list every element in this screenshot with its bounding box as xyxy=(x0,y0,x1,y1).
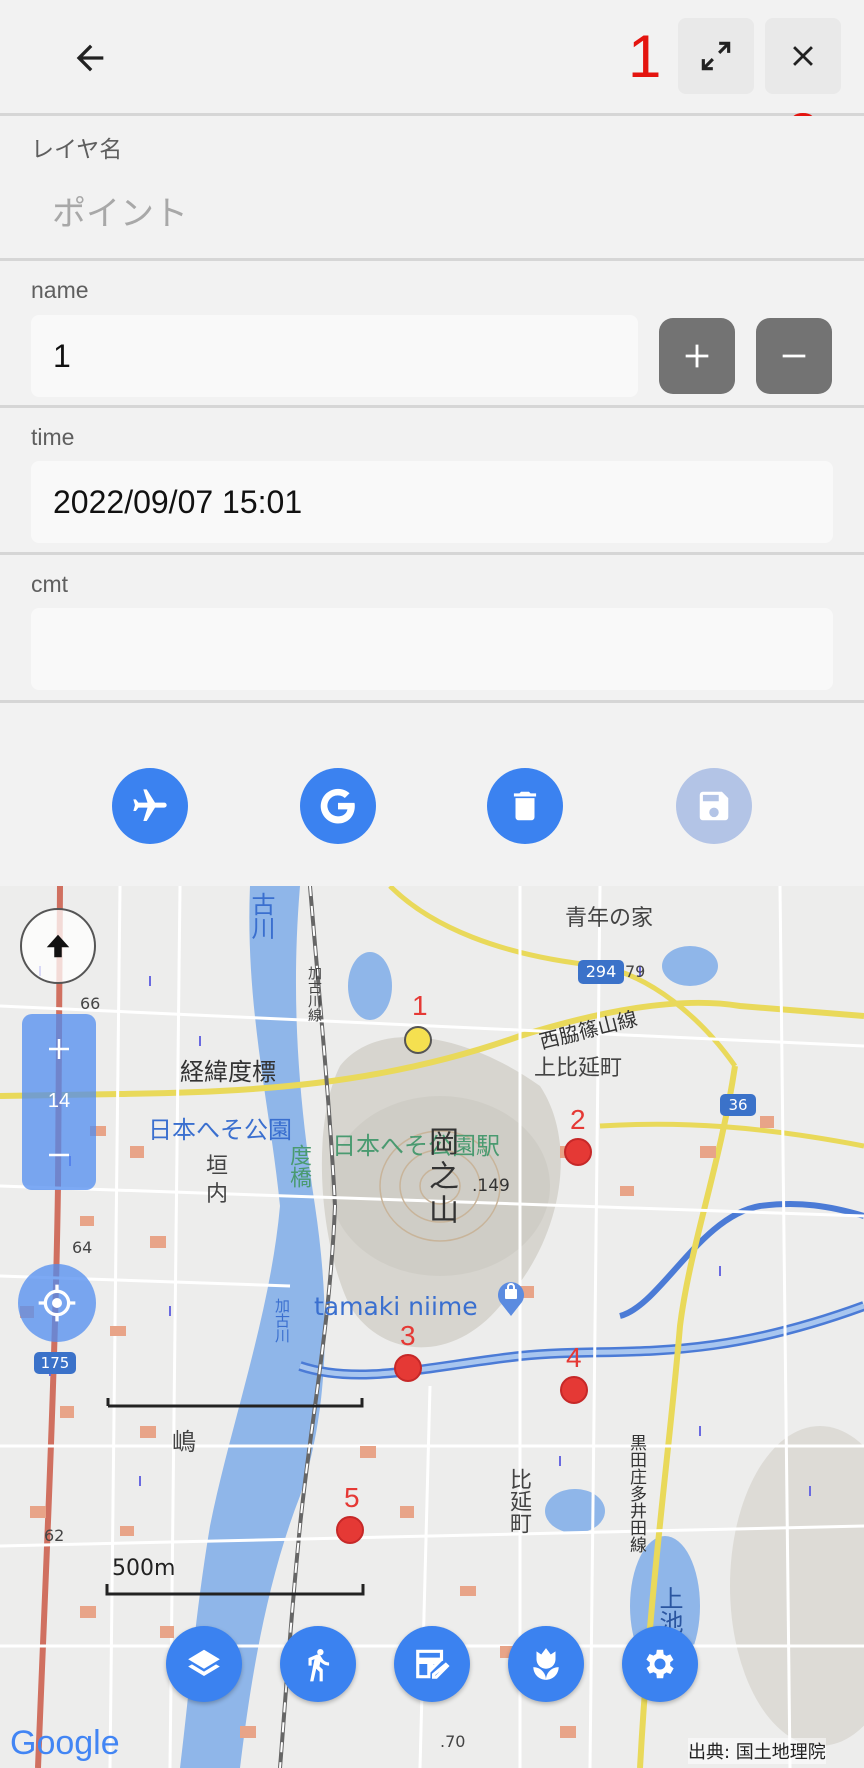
zoom-control: 14 xyxy=(22,1014,96,1190)
map-label-66: 66 xyxy=(80,994,101,1013)
map-label-dobashi: 度橋 xyxy=(286,1144,311,1188)
expand-button[interactable] xyxy=(678,18,754,94)
time-label: time xyxy=(31,424,75,450)
minus-icon xyxy=(49,1153,69,1157)
edit-table-button[interactable] xyxy=(394,1626,470,1702)
point-marker-3[interactable] xyxy=(394,1354,422,1382)
route-294-badge: 294 xyxy=(578,960,624,984)
map-label-shop: tamaki niime xyxy=(314,1292,478,1321)
trash-icon xyxy=(513,791,537,821)
save-button[interactable] xyxy=(676,768,752,844)
plus-icon xyxy=(685,344,709,368)
name-field[interactable]: 1 xyxy=(31,315,638,397)
arrow-left-icon xyxy=(76,44,104,72)
route-175-badge: 175 xyxy=(34,1352,76,1374)
walk-button[interactable] xyxy=(280,1626,356,1702)
map-label-keiido: 経緯度標 xyxy=(180,1058,276,1086)
point-label-2: 2 xyxy=(570,1104,586,1135)
point-marker-2[interactable] xyxy=(564,1138,592,1166)
point-marker-1[interactable] xyxy=(404,1026,432,1054)
map-label-furukawa: 古川 xyxy=(247,892,275,940)
map-label-shima: 嶋 xyxy=(172,1428,196,1456)
map-label-kakogawa-line: 加古川線 xyxy=(306,966,322,1022)
map-attribution: 出典: 国土地理院 xyxy=(688,1738,826,1764)
point-label-1: 1 xyxy=(412,990,428,1021)
map-label-62: 62 xyxy=(44,1526,65,1545)
google-icon xyxy=(320,788,355,824)
scale-label: 500m xyxy=(112,1556,176,1581)
delete-button[interactable] xyxy=(487,768,563,844)
map-label-park: 日本へそ公園 xyxy=(148,1116,292,1144)
map-label-70: .70 xyxy=(440,1732,466,1751)
google-logo: Google xyxy=(10,1724,120,1763)
cmt-section: cmt xyxy=(0,555,864,703)
zoom-divider xyxy=(20,1112,40,1132)
time-section: time 2022/09/07 15:01 xyxy=(0,408,864,555)
point-marker-4[interactable] xyxy=(560,1376,588,1404)
expand-icon xyxy=(701,41,731,71)
point-label-3: 3 xyxy=(400,1320,416,1351)
decrement-button[interactable] xyxy=(756,318,832,394)
scale-bar xyxy=(105,1584,365,1596)
layers-icon xyxy=(188,1649,220,1677)
edit-table-icon xyxy=(416,1649,450,1679)
tulip-button[interactable] xyxy=(508,1626,584,1702)
screen: 1 2 レイヤ名 ポイント name 1 xyxy=(0,0,864,1768)
google-logo-text: Google xyxy=(10,1724,120,1762)
close-button[interactable] xyxy=(765,18,841,94)
airplane-icon xyxy=(133,789,167,821)
close-icon xyxy=(793,46,813,66)
next-field-label-clip: · · xyxy=(34,716,94,724)
map-label-149: .149 xyxy=(472,1176,510,1196)
map-label-seinen: 青年の家 xyxy=(565,906,654,931)
map-label-kakogawa: 加古川 xyxy=(273,1298,291,1343)
name-section: name 1 xyxy=(0,261,864,408)
point-label-4: 4 xyxy=(566,1342,582,1373)
minus-icon xyxy=(782,354,806,358)
layer-label: レイヤ名 xyxy=(31,136,123,162)
map-label-kamihienomachi: 上比延町 xyxy=(534,1056,623,1081)
map-label-station: 日本へそ公園駅 xyxy=(332,1132,500,1160)
map-label-uchi: 内 xyxy=(206,1182,229,1207)
settings-button[interactable] xyxy=(622,1626,698,1702)
tulip-icon xyxy=(533,1648,559,1680)
route-36-badge: 36 xyxy=(720,1094,756,1116)
north-arrow-icon xyxy=(46,934,70,958)
map-label-64: 64 xyxy=(72,1238,93,1257)
crosshair-icon xyxy=(38,1284,76,1322)
back-button[interactable] xyxy=(60,28,120,88)
cmt-label: cmt xyxy=(31,571,69,597)
layer-name-value[interactable]: ポイント xyxy=(52,186,188,235)
cmt-field[interactable] xyxy=(31,608,833,690)
map-label-okanoyama: 岡之山 xyxy=(423,1126,458,1228)
google-button[interactable] xyxy=(300,768,376,844)
zoom-in-button[interactable] xyxy=(22,1014,96,1084)
plus-icon xyxy=(49,1039,69,1059)
point-label-5: 5 xyxy=(344,1482,360,1513)
map-label-79: 79 xyxy=(625,962,646,981)
flight-mode-button[interactable] xyxy=(112,768,188,844)
map-label-hie: 比延町 xyxy=(506,1468,531,1534)
walk-icon xyxy=(308,1648,330,1682)
increment-button[interactable] xyxy=(659,318,735,394)
top-bar: 1 2 xyxy=(0,0,864,168)
compass-button[interactable] xyxy=(20,908,96,984)
layer-section: レイヤ名 ポイント xyxy=(0,116,864,261)
annotation-1: 1 xyxy=(628,23,662,90)
name-label: name xyxy=(31,277,89,303)
my-location-button[interactable] xyxy=(18,1264,96,1342)
time-field[interactable]: 2022/09/07 15:01 xyxy=(31,461,833,543)
save-icon xyxy=(699,791,729,821)
shopping-bag-icon xyxy=(496,1280,526,1316)
gear-icon xyxy=(646,1649,674,1679)
layers-button[interactable] xyxy=(166,1626,242,1702)
map-label-kuroda: 黒田庄多井田線 xyxy=(626,1434,646,1553)
point-marker-5[interactable] xyxy=(336,1516,364,1544)
